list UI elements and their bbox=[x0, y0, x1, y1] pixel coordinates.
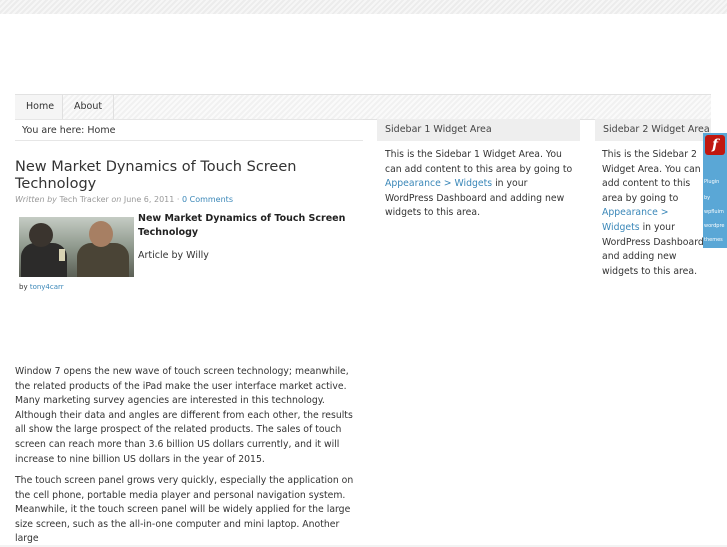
sidebar1-text-before: This is the Sidebar 1 Widget Area. You c… bbox=[385, 149, 573, 175]
sidebar1-heading: Sidebar 1 Widget Area bbox=[377, 119, 580, 141]
sidebar2-text-before: This is the Sidebar 2 Widget Area. You c… bbox=[602, 149, 701, 204]
main-nav: Home About bbox=[15, 94, 711, 120]
article-inner-title: New Market Dynamics of Touch Screen Tech… bbox=[138, 213, 346, 238]
flash-widget-line: Plugin bbox=[704, 179, 720, 185]
flash-widget-line: wordpre bbox=[704, 223, 725, 229]
image-byline: by tony4carr bbox=[19, 283, 64, 291]
sidebar2-heading: Sidebar 2 Widget Area bbox=[595, 119, 711, 141]
sidebar1-text: This is the Sidebar 1 Widget Area. You c… bbox=[385, 148, 575, 221]
byline-prefix: by bbox=[19, 283, 28, 291]
meta-date: June 6, 2011 bbox=[123, 195, 175, 204]
post-meta: Written by Tech Tracker on June 6, 2011 … bbox=[15, 195, 355, 204]
flash-widget-line: wpfluim bbox=[704, 209, 724, 215]
breadcrumb: You are here: Home bbox=[15, 119, 363, 141]
comments-link[interactable]: 0 Comments bbox=[182, 195, 233, 204]
nav-item-home[interactable]: Home bbox=[15, 95, 63, 119]
meta-on: on bbox=[111, 195, 122, 204]
meta-written: Written bbox=[15, 195, 45, 204]
top-pattern-band bbox=[0, 0, 727, 14]
post-paragraph-1: Window 7 opens the new wave of touch scr… bbox=[15, 366, 353, 465]
flash-widget-line: themes bbox=[704, 237, 723, 243]
flash-plugin-widget[interactable]: f Plugin by wpfluim wordpre themes bbox=[703, 133, 727, 248]
site-header bbox=[0, 14, 727, 94]
sidebar2-text: This is the Sidebar 2 Widget Area. You c… bbox=[602, 148, 706, 279]
flash-widget-line: by bbox=[704, 195, 711, 201]
sidebar1-widgets-link[interactable]: Appearance > Widgets bbox=[385, 178, 492, 189]
byline-author-link[interactable]: tony4carr bbox=[30, 283, 64, 291]
meta-by: by bbox=[47, 195, 57, 204]
flash-icon[interactable]: f bbox=[705, 135, 725, 155]
meta-author: Tech Tracker bbox=[59, 195, 109, 204]
nav-item-about[interactable]: About bbox=[63, 95, 114, 119]
post-paragraph-2: The touch screen panel grows very quickl… bbox=[15, 475, 354, 545]
post-thumbnail-image bbox=[19, 217, 134, 277]
article-by-line: Article by Willy bbox=[138, 250, 209, 261]
meta-separator: · bbox=[176, 195, 180, 204]
post-title-link[interactable]: New Market Dynamics of Touch Screen Tech… bbox=[15, 159, 335, 193]
